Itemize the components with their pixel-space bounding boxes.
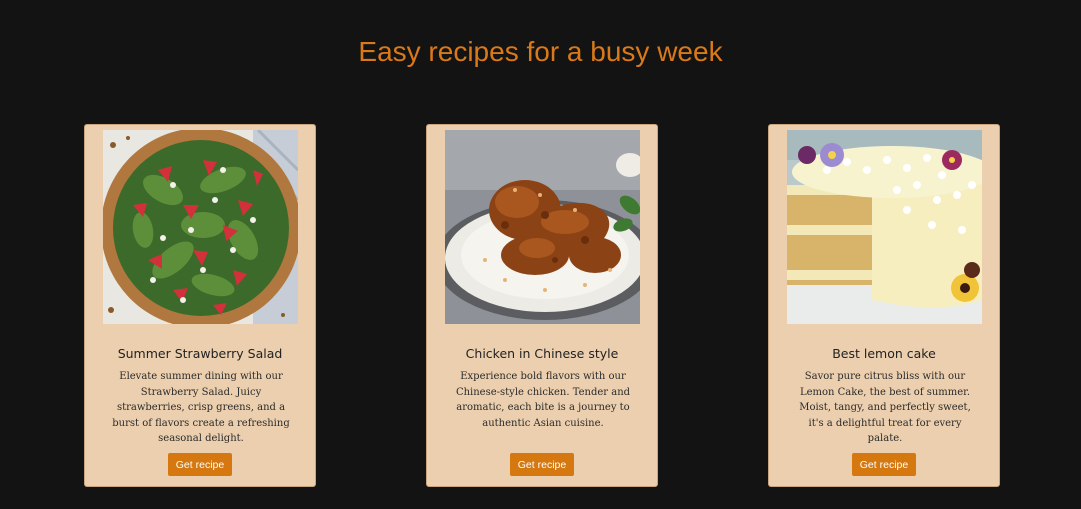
get-recipe-button[interactable]: Get recipe — [168, 453, 232, 476]
recipe-title: Best lemon cake — [832, 346, 936, 361]
get-recipe-button[interactable]: Get recipe — [852, 453, 916, 476]
page-title: Easy recipes for a busy week — [358, 36, 723, 67]
recipe-card-lemon-cake: Best lemon cake Savor pure citrus bliss … — [768, 124, 1000, 487]
get-recipe-button[interactable]: Get recipe — [510, 453, 574, 476]
recipe-card-strawberry-salad: Summer Strawberry Salad Elevate summer d… — [84, 124, 316, 487]
recipe-description: Experience bold flavors with our Chinese… — [455, 371, 631, 429]
recipe-description: Savor pure citrus bliss with our Lemon C… — [799, 371, 971, 444]
lemon-cake-image — [787, 130, 982, 324]
recipe-title: Summer Strawberry Salad — [117, 346, 283, 361]
recipe-card-chinese-chicken: Chicken in Chinese style Experience bold… — [426, 124, 658, 487]
recipe-description: Elevate summer dining with our Strawberr… — [112, 371, 290, 444]
chinese-chicken-image — [445, 130, 640, 324]
recipe-title: Chicken in Chinese style — [465, 346, 619, 361]
strawberry-salad-image — [103, 130, 298, 324]
